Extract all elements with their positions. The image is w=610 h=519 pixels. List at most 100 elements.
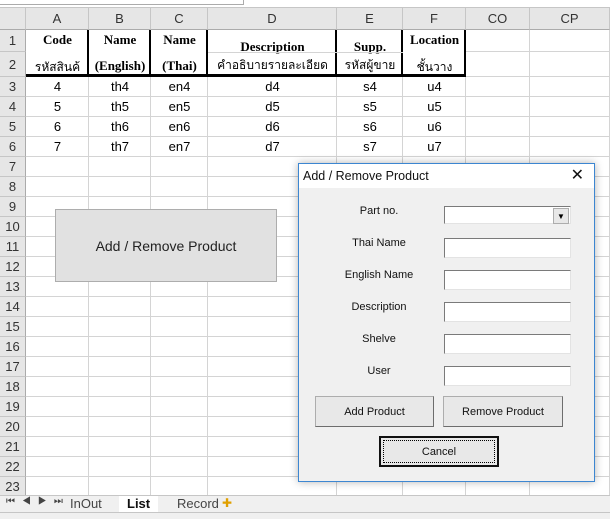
close-icon[interactable]: ✕: [571, 164, 584, 188]
cell[interactable]: [151, 337, 208, 357]
row-header-12[interactable]: 12: [0, 257, 26, 277]
dropdown-arrow-icon[interactable]: ▼: [553, 208, 569, 224]
cell[interactable]: [89, 337, 151, 357]
cell[interactable]: [530, 30, 610, 52]
column-header-D[interactable]: D: [208, 8, 337, 30]
row-header-14[interactable]: 14: [0, 297, 26, 317]
cell[interactable]: [151, 157, 208, 177]
thai-name-input[interactable]: [444, 238, 571, 258]
tab-navigation-arrows-icon[interactable]: ⏮◀▶⏭: [6, 496, 70, 507]
column-header-C[interactable]: C: [151, 8, 208, 30]
cell[interactable]: [530, 117, 610, 137]
cell[interactable]: [26, 177, 89, 197]
add-remove-product-sheet-button[interactable]: Add / Remove Product: [55, 209, 277, 282]
column-header-F[interactable]: F: [403, 8, 466, 30]
row-header-15[interactable]: 15: [0, 317, 26, 337]
row-header-22[interactable]: 22: [0, 457, 26, 477]
cell[interactable]: [89, 477, 151, 497]
cell[interactable]: [89, 377, 151, 397]
row-header-2[interactable]: 2: [0, 52, 26, 77]
cell[interactable]: [151, 437, 208, 457]
cell[interactable]: [26, 157, 89, 177]
cell[interactable]: [26, 297, 89, 317]
row-header-11[interactable]: 11: [0, 237, 26, 257]
column-header-B[interactable]: B: [89, 8, 151, 30]
cell[interactable]: [26, 357, 89, 377]
cell[interactable]: [26, 397, 89, 417]
cell[interactable]: [151, 317, 208, 337]
sheet-tab-inout[interactable]: InOut: [62, 496, 110, 513]
row-header-5[interactable]: 5: [0, 117, 26, 137]
select-all-corner[interactable]: [0, 8, 26, 30]
cell[interactable]: [26, 417, 89, 437]
row-header-4[interactable]: 4: [0, 97, 26, 117]
row-header-21[interactable]: 21: [0, 437, 26, 457]
cell[interactable]: [466, 117, 530, 137]
row-header-1[interactable]: 1: [0, 30, 26, 52]
cancel-button[interactable]: Cancel: [379, 436, 499, 467]
row-header-23[interactable]: 23: [0, 477, 26, 497]
cell[interactable]: [466, 77, 530, 97]
english-name-input[interactable]: [444, 270, 571, 290]
cell[interactable]: [89, 397, 151, 417]
formula-bar[interactable]: [0, 0, 610, 8]
sheet-tab-record[interactable]: Record: [169, 496, 227, 513]
cell[interactable]: [151, 457, 208, 477]
column-header-CO[interactable]: CO: [466, 8, 530, 30]
cell[interactable]: [26, 477, 89, 497]
cell[interactable]: [89, 297, 151, 317]
cell[interactable]: [530, 97, 610, 117]
user-input[interactable]: [444, 366, 571, 386]
row-header-13[interactable]: 13: [0, 277, 26, 297]
column-header-A[interactable]: A: [26, 8, 89, 30]
row-header-6[interactable]: 6: [0, 137, 26, 157]
row-header-3[interactable]: 3: [0, 77, 26, 97]
cell[interactable]: [151, 397, 208, 417]
cell[interactable]: [26, 317, 89, 337]
row-header-17[interactable]: 17: [0, 357, 26, 377]
cell[interactable]: [26, 437, 89, 457]
cell[interactable]: [89, 417, 151, 437]
cell[interactable]: [530, 77, 610, 97]
cell[interactable]: [89, 357, 151, 377]
row-header-7[interactable]: 7: [0, 157, 26, 177]
cell[interactable]: [89, 317, 151, 337]
cell[interactable]: [151, 477, 208, 497]
row-header-9[interactable]: 9: [0, 197, 26, 217]
add-product-button[interactable]: Add Product: [315, 396, 434, 427]
cell[interactable]: [151, 417, 208, 437]
cell[interactable]: [89, 157, 151, 177]
cell[interactable]: [466, 30, 530, 52]
cell[interactable]: [26, 337, 89, 357]
cell[interactable]: [151, 377, 208, 397]
name-box[interactable]: [0, 0, 244, 5]
row-header-10[interactable]: 10: [0, 217, 26, 237]
row-header-20[interactable]: 20: [0, 417, 26, 437]
cell[interactable]: [466, 52, 530, 77]
row-header-16[interactable]: 16: [0, 337, 26, 357]
description-input[interactable]: [444, 302, 571, 322]
column-header-CP[interactable]: CP: [530, 8, 610, 30]
cell[interactable]: [26, 457, 89, 477]
cell[interactable]: [151, 357, 208, 377]
cell[interactable]: [89, 437, 151, 457]
row-header-19[interactable]: 19: [0, 397, 26, 417]
part-no-combobox[interactable]: ▼: [444, 206, 571, 224]
cell[interactable]: [466, 97, 530, 117]
shelve-input[interactable]: [444, 334, 571, 354]
cell[interactable]: [466, 137, 530, 157]
cell[interactable]: [530, 52, 610, 77]
cell[interactable]: [151, 177, 208, 197]
insert-sheet-icon[interactable]: ✚: [222, 496, 232, 510]
column-header-E[interactable]: E: [337, 8, 403, 30]
dialog-title: Add / Remove Product: [303, 169, 429, 183]
cell[interactable]: [89, 457, 151, 477]
remove-product-button[interactable]: Remove Product: [443, 396, 563, 427]
row-header-18[interactable]: 18: [0, 377, 26, 397]
cell[interactable]: [151, 297, 208, 317]
cell[interactable]: [89, 177, 151, 197]
cell[interactable]: [26, 377, 89, 397]
row-header-8[interactable]: 8: [0, 177, 26, 197]
cell[interactable]: [530, 137, 610, 157]
sheet-tab-list[interactable]: List: [119, 496, 159, 513]
